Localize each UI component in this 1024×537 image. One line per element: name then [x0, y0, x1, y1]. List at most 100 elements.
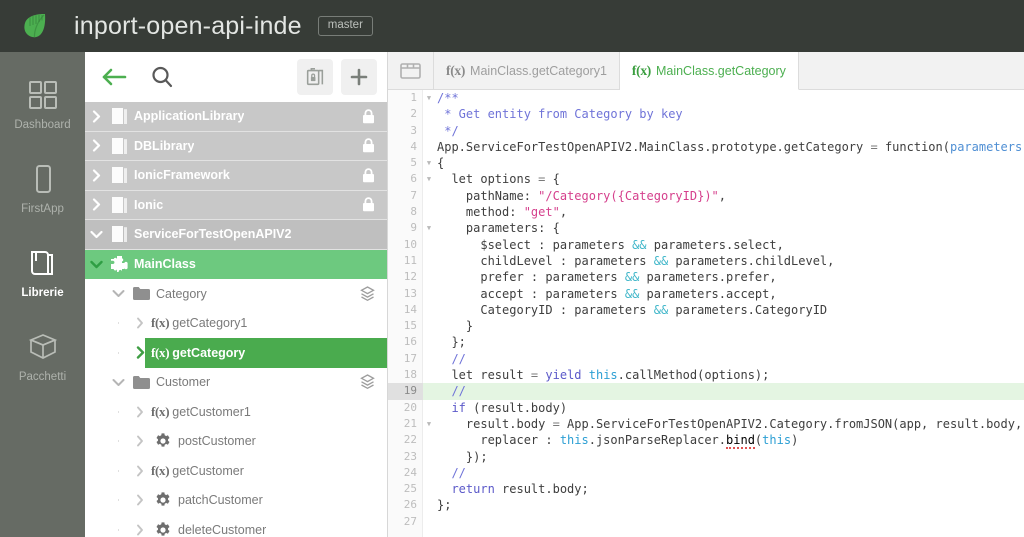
tree-node-category-folder[interactable]: Category — [85, 279, 387, 309]
chevron-right-icon[interactable] — [85, 139, 107, 152]
code-lines[interactable]: 1 ▼/** 2 * Get entity from Category by key… — [388, 90, 1024, 530]
code-line[interactable]: 17 // — [388, 351, 1024, 367]
tree-node-ionic[interactable]: Ionic — [85, 190, 387, 220]
tree-node-getcategory[interactable]: f(x) getCategory — [85, 338, 387, 368]
rail-item-pacchetti[interactable]: Pacchetti — [0, 314, 85, 398]
tree-node-applicationlibrary[interactable]: ApplicationLibrary — [85, 102, 387, 132]
tree-node-serviceforttestopenapiv2[interactable]: ServiceForTestOpenAPIV2 — [85, 220, 387, 250]
rail-item-librerie[interactable]: Librerie — [0, 230, 85, 314]
code-line[interactable]: 15 } — [388, 318, 1024, 334]
code-line[interactable]: 1 ▼/** — [388, 90, 1024, 106]
arrow-left-icon[interactable] — [97, 60, 131, 94]
chevron-right-icon[interactable] — [129, 494, 151, 506]
tree-node-getcategory1[interactable]: f(x) getCategory1 — [85, 308, 387, 338]
code-line[interactable]: 11 childLevel : parameters && parameters… — [388, 253, 1024, 269]
tree-node-customer-folder[interactable]: Customer — [85, 367, 387, 397]
tab-mainclass-getcategory[interactable]: f(x) MainClass.getCategory — [619, 52, 799, 90]
code-line[interactable]: 16 }; — [388, 334, 1024, 350]
line-number: 18 — [403, 368, 417, 382]
window-icon[interactable] — [388, 52, 434, 89]
code-line[interactable]: 27 — [388, 514, 1024, 530]
code-text: App.ServiceForTestOpenAPIV2.MainClass.pr… — [435, 139, 1024, 155]
tree-node-patchcustomer[interactable]: patchCustomer — [85, 485, 387, 515]
fold-toggle-icon[interactable]: ▼ — [423, 171, 435, 187]
fx-icon: f(x) — [151, 462, 170, 478]
tree-node-getcustomer[interactable]: f(x) getCustomer — [85, 456, 387, 486]
layers-icon[interactable] — [360, 374, 387, 390]
code-token: && — [653, 302, 669, 317]
layers-icon[interactable] — [360, 286, 387, 302]
library-icon — [107, 137, 131, 154]
tree-node-getcustomer1[interactable]: f(x) getCustomer1 — [85, 397, 387, 427]
fold-toggle-icon[interactable]: ▼ — [423, 416, 435, 432]
code-line[interactable]: 25 return result.body; — [388, 481, 1024, 497]
code-line[interactable]: 21 ▼ result.body = App.ServiceForTestOpen… — [388, 416, 1024, 432]
tree-node-label: deleteCustomer — [178, 522, 267, 537]
chevron-right-icon[interactable] — [85, 198, 107, 211]
code-line[interactable]: 14 CategoryID : parameters && parameters… — [388, 302, 1024, 318]
chevron-down-icon[interactable] — [85, 260, 107, 269]
code-line[interactable]: 10 $select : parameters && parameters.se… — [388, 237, 1024, 253]
rail-item-firstapp[interactable]: FirstApp — [0, 146, 85, 230]
chevron-down-icon[interactable] — [85, 230, 107, 239]
code-text: $select : parameters && parameters.selec… — [435, 237, 783, 253]
chevron-right-icon[interactable] — [129, 524, 151, 536]
code-line[interactable]: 8 method: "get", — [388, 204, 1024, 220]
library-tree-panel: ApplicationLibrary DBLibrary IonicFramew… — [85, 52, 388, 537]
project-title: inport-open-api-inde — [74, 11, 302, 40]
branch-badge[interactable]: master — [317, 15, 373, 37]
code-line[interactable]: 12 prefer : parameters && parameters.pre… — [388, 269, 1024, 285]
code-line[interactable]: 22 replacer : this.jsonParseReplacer.bin… — [388, 432, 1024, 450]
code-line[interactable]: 7 pathName: "/Category({CategoryID})", — [388, 188, 1024, 204]
code-line[interactable]: 26}; — [388, 497, 1024, 513]
fold-toggle-icon[interactable]: ▼ — [423, 90, 435, 106]
tree-node-postcustomer[interactable]: postCustomer — [85, 426, 387, 456]
code-line[interactable]: 18 let result = yield this.callMethod(op… — [388, 367, 1024, 383]
code-line[interactable]: 13 accept : parameters && parameters.acc… — [388, 286, 1024, 302]
gear-icon — [151, 433, 175, 449]
line-number: 2 — [410, 107, 417, 121]
left-nav-rail: Dashboard FirstApp Librerie Pacchetti — [0, 52, 85, 537]
code-line[interactable]: 23 }); — [388, 449, 1024, 465]
code-line[interactable]: 3 */ — [388, 123, 1024, 139]
tree-node-mainclass[interactable]: MainClass — [85, 249, 387, 279]
chevron-right-icon[interactable] — [129, 406, 151, 418]
title-bar: inport-open-api-inde master — [0, 0, 1024, 52]
chevron-down-icon[interactable] — [107, 289, 129, 298]
tree-node-deletecustomer[interactable]: deleteCustomer — [85, 515, 387, 537]
line-number: 13 — [403, 286, 417, 300]
chevron-right-icon[interactable] — [129, 317, 151, 329]
locked-library-icon[interactable] — [297, 59, 333, 95]
code-line[interactable]: 6 ▼ let options = { — [388, 171, 1024, 187]
line-number: 27 — [403, 514, 417, 528]
fold-toggle-icon[interactable]: ▼ — [423, 155, 435, 171]
tab-mainclass-getcategory1[interactable]: f(x) MainClass.getCategory1 — [434, 52, 620, 89]
plus-icon[interactable] — [341, 59, 377, 95]
code-line[interactable]: 4 App.ServiceForTestOpenAPIV2.MainClass.p… — [388, 139, 1024, 155]
tree-node-label: Ionic — [134, 197, 164, 212]
rail-item-dashboard[interactable]: Dashboard — [0, 62, 85, 146]
chevron-right-icon[interactable] — [129, 435, 151, 447]
tree-node-list[interactable]: ApplicationLibrary DBLibrary IonicFramew… — [85, 102, 387, 537]
chevron-down-icon[interactable] — [107, 378, 129, 387]
chevron-right-icon[interactable] — [129, 465, 151, 477]
fold-toggle-icon[interactable]: ▼ — [423, 220, 435, 236]
code-text-area[interactable]: 1 ▼/** 2 * Get entity from Category by key… — [388, 90, 1024, 537]
code-line[interactable]: 20 if (result.body) — [388, 400, 1024, 416]
tree-node-dblibrary[interactable]: DBLibrary — [85, 131, 387, 161]
chevron-right-icon[interactable] — [85, 169, 107, 182]
code-line[interactable]: 19 // — [388, 383, 1024, 400]
chevron-right-icon[interactable] — [85, 110, 107, 123]
code-line[interactable]: 24 // — [388, 465, 1024, 481]
code-line[interactable]: 5 ▼{ — [388, 155, 1024, 171]
search-icon[interactable] — [145, 60, 179, 94]
library-icon — [107, 196, 131, 213]
code-token: CategoryID : parameters — [437, 302, 654, 317]
code-line[interactable]: 9 ▼ parameters: { — [388, 220, 1024, 236]
line-number: 7 — [410, 188, 417, 202]
line-number: 16 — [403, 335, 417, 349]
chevron-right-icon[interactable] — [129, 346, 151, 359]
tree-node-ionicframework[interactable]: IonicFramework — [85, 161, 387, 191]
code-line[interactable]: 2 * Get entity from Category by key — [388, 106, 1024, 122]
code-text: } — [435, 318, 473, 334]
